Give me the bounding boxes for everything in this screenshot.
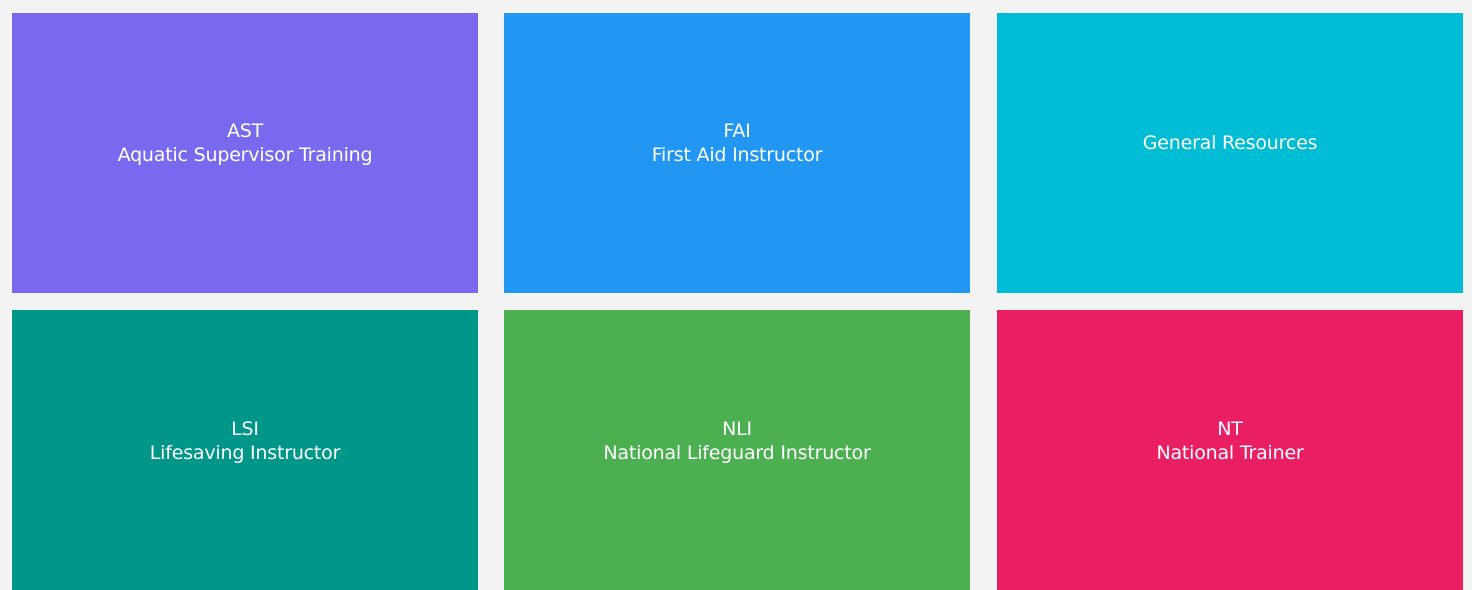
tile-label: NT National Trainer xyxy=(1156,417,1303,465)
tile-title: National Trainer xyxy=(1156,442,1304,464)
tile-title: Aquatic Supervisor Training xyxy=(117,144,373,166)
tile-label: NLI National Lifeguard Instructor xyxy=(603,417,870,465)
tile-code: AST xyxy=(226,120,264,142)
tile-general-resources[interactable]: General Resources xyxy=(997,13,1463,293)
tile-code: NLI xyxy=(722,418,752,440)
tile-nt[interactable]: NT National Trainer xyxy=(997,310,1463,590)
tile-nli[interactable]: NLI National Lifeguard Instructor xyxy=(504,310,970,590)
tile-title: National Lifeguard Instructor xyxy=(603,442,871,464)
tile-title: General Resources xyxy=(1142,132,1318,154)
tile-label: LSI Lifesaving Instructor xyxy=(149,417,341,465)
tile-code: NT xyxy=(1217,418,1243,440)
tile-ast[interactable]: AST Aquatic Supervisor Training xyxy=(12,13,478,293)
tile-title: Lifesaving Instructor xyxy=(149,442,341,464)
tile-title: First Aid Instructor xyxy=(651,144,823,166)
tile-lsi[interactable]: LSI Lifesaving Instructor xyxy=(12,310,478,590)
tile-label: FAI First Aid Instructor xyxy=(652,119,823,167)
tile-code: FAI xyxy=(723,120,751,142)
tile-fai[interactable]: FAI First Aid Instructor xyxy=(504,13,970,293)
tile-label: General Resources xyxy=(1143,131,1318,155)
tile-code: LSI xyxy=(231,418,259,440)
course-tiles-grid: AST Aquatic Supervisor Training FAI Firs… xyxy=(0,0,1472,590)
tile-label: AST Aquatic Supervisor Training xyxy=(118,119,373,167)
